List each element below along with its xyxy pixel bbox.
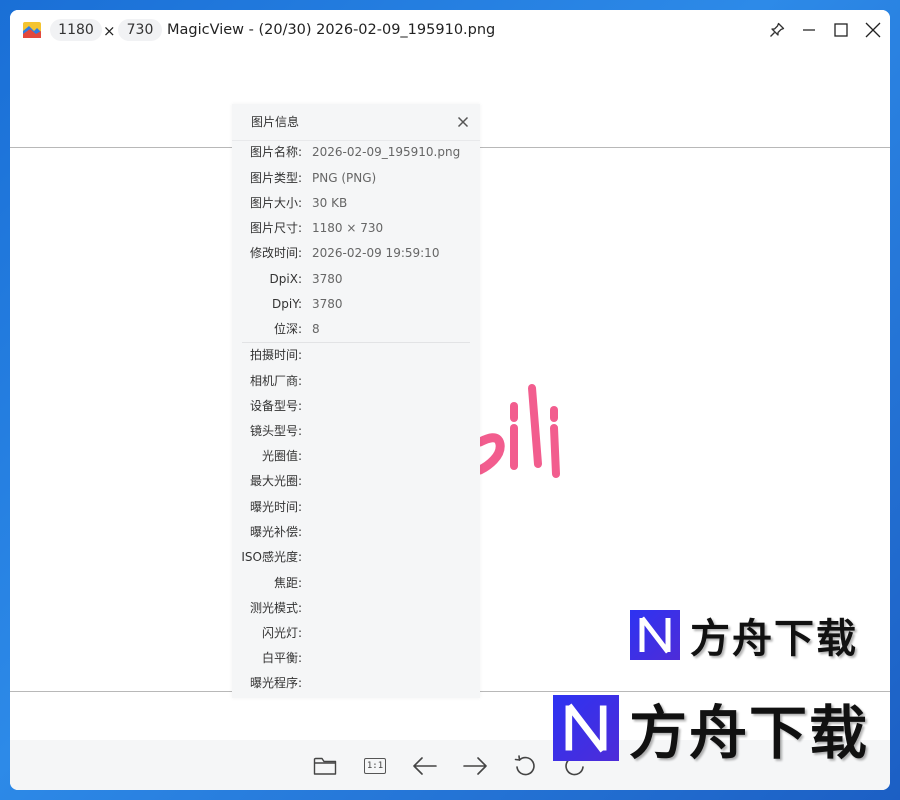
info-value: PNG (PNG) xyxy=(312,171,377,185)
info-row-type: 图片类型: PNG (PNG) xyxy=(232,168,480,188)
close-icon[interactable] xyxy=(456,115,470,129)
pin-button[interactable] xyxy=(765,18,789,42)
bilibili-logo-fragment xyxy=(478,384,560,478)
image-info-panel: 图片信息 图片名称: 2026-02-09_195910.png 图片类型: PNG… xyxy=(232,104,480,698)
close-icon xyxy=(865,22,881,38)
minimize-icon xyxy=(803,29,815,31)
exif-row: 曝光补偿: xyxy=(232,522,480,542)
info-label: 图片尺寸: xyxy=(249,221,302,235)
divider xyxy=(242,342,470,343)
info-panel-header: 图片信息 xyxy=(232,104,480,140)
one-to-one-icon: 1:1 xyxy=(363,758,387,774)
minimize-button[interactable] xyxy=(797,18,821,42)
info-row-name: 图片名称: 2026-02-09_195910.png xyxy=(232,142,480,162)
exif-row: 曝光程序: xyxy=(232,673,480,693)
info-value: 8 xyxy=(312,322,320,336)
arrow-right-icon xyxy=(463,757,487,775)
info-label: 最大光圈: xyxy=(249,474,302,488)
app-window: 1180 × 730 MagicView - (20/30) 2026-02-0… xyxy=(10,10,890,790)
info-label: 曝光时间: xyxy=(249,500,302,514)
image-width-field[interactable]: 1180 xyxy=(50,19,102,41)
info-row-bitdepth: 位深: 8 xyxy=(232,319,480,339)
maximize-button[interactable] xyxy=(829,18,853,42)
app-logo-icon xyxy=(23,22,41,38)
info-row-dpix: DpiX: 3780 xyxy=(232,269,480,289)
info-label: 相机厂商: xyxy=(249,374,302,388)
exif-row: 拍摄时间: xyxy=(232,345,480,365)
exif-row: 光圈值: xyxy=(232,446,480,466)
info-value: 2026-02-09_195910.png xyxy=(312,145,461,159)
open-folder-button[interactable] xyxy=(311,752,339,780)
exif-row: 相机厂商: xyxy=(232,371,480,391)
exif-row: 焦距: xyxy=(232,573,480,593)
watermark-small: 方舟下载 xyxy=(630,606,858,664)
info-label: 位深: xyxy=(273,322,302,336)
info-value: 3780 xyxy=(312,272,343,286)
info-label: DpiX: xyxy=(269,272,302,286)
info-label: 曝光程序: xyxy=(249,676,302,690)
info-row-dimensions: 图片尺寸: 1180 × 730 xyxy=(232,218,480,238)
pin-icon xyxy=(770,22,785,37)
watermark-large: 方舟下载 xyxy=(553,686,869,770)
exif-row: ISO感光度: xyxy=(232,547,480,567)
exif-row: 设备型号: xyxy=(232,396,480,416)
exif-row: 闪光灯: xyxy=(232,623,480,643)
exif-row: 测光模式: xyxy=(232,598,480,618)
info-label: 光圈值: xyxy=(261,449,302,463)
rotate-left-icon xyxy=(514,755,535,776)
info-label: 图片大小: xyxy=(249,196,302,210)
info-value: 3780 xyxy=(312,297,343,311)
close-window-button[interactable] xyxy=(861,18,885,42)
watermark-logo-icon xyxy=(630,610,680,660)
exif-row: 最大光圈: xyxy=(232,471,480,491)
exif-row: 白平衡: xyxy=(232,648,480,668)
info-label: 曝光补偿: xyxy=(249,525,302,539)
actual-size-button[interactable]: 1:1 xyxy=(361,752,389,780)
previous-image-button[interactable] xyxy=(411,752,439,780)
info-label: 拍摄时间: xyxy=(249,348,302,362)
rotate-left-button[interactable] xyxy=(511,752,539,780)
info-label: 闪光灯: xyxy=(261,626,302,640)
watermark-text: 方舟下载 xyxy=(629,699,870,767)
image-height-field[interactable]: 730 xyxy=(118,19,162,41)
info-value: 2026-02-09 19:59:10 xyxy=(312,246,440,260)
info-label: 测光模式: xyxy=(249,601,302,615)
info-value: 1180 × 730 xyxy=(312,221,384,235)
exif-row: 曝光时间: xyxy=(232,497,480,517)
watermark-logo-icon xyxy=(553,695,619,761)
info-row-dpiy: DpiY: 3780 xyxy=(232,294,480,314)
exif-row: 镜头型号: xyxy=(232,421,480,441)
info-label: DpiY: xyxy=(272,297,302,311)
info-label: 图片名称: xyxy=(249,145,302,159)
info-label: 图片类型: xyxy=(249,171,302,185)
maximize-icon xyxy=(834,23,848,37)
info-label: 焦距: xyxy=(273,576,302,590)
folder-icon xyxy=(313,757,337,775)
title-bar: 1180 × 730 MagicView - (20/30) 2026-02-0… xyxy=(10,10,890,50)
next-image-button[interactable] xyxy=(461,752,489,780)
divider xyxy=(232,140,480,141)
info-label: ISO感光度: xyxy=(241,550,302,564)
info-label: 镜头型号: xyxy=(249,424,302,438)
info-label: 设备型号: xyxy=(249,399,302,413)
dimension-times-sign: × xyxy=(103,22,116,40)
arrow-left-icon xyxy=(413,757,437,775)
info-panel-title: 图片信息 xyxy=(251,115,300,129)
info-row-modified: 修改时间: 2026-02-09 19:59:10 xyxy=(232,243,480,263)
info-label: 白平衡: xyxy=(261,651,302,665)
info-row-size: 图片大小: 30 KB xyxy=(232,193,480,213)
watermark-text: 方舟下载 xyxy=(690,616,858,662)
window-title: MagicView - (20/30) 2026-02-09_195910.pn… xyxy=(167,22,496,38)
info-label: 修改时间: xyxy=(249,246,302,260)
info-value: 30 KB xyxy=(312,196,348,210)
